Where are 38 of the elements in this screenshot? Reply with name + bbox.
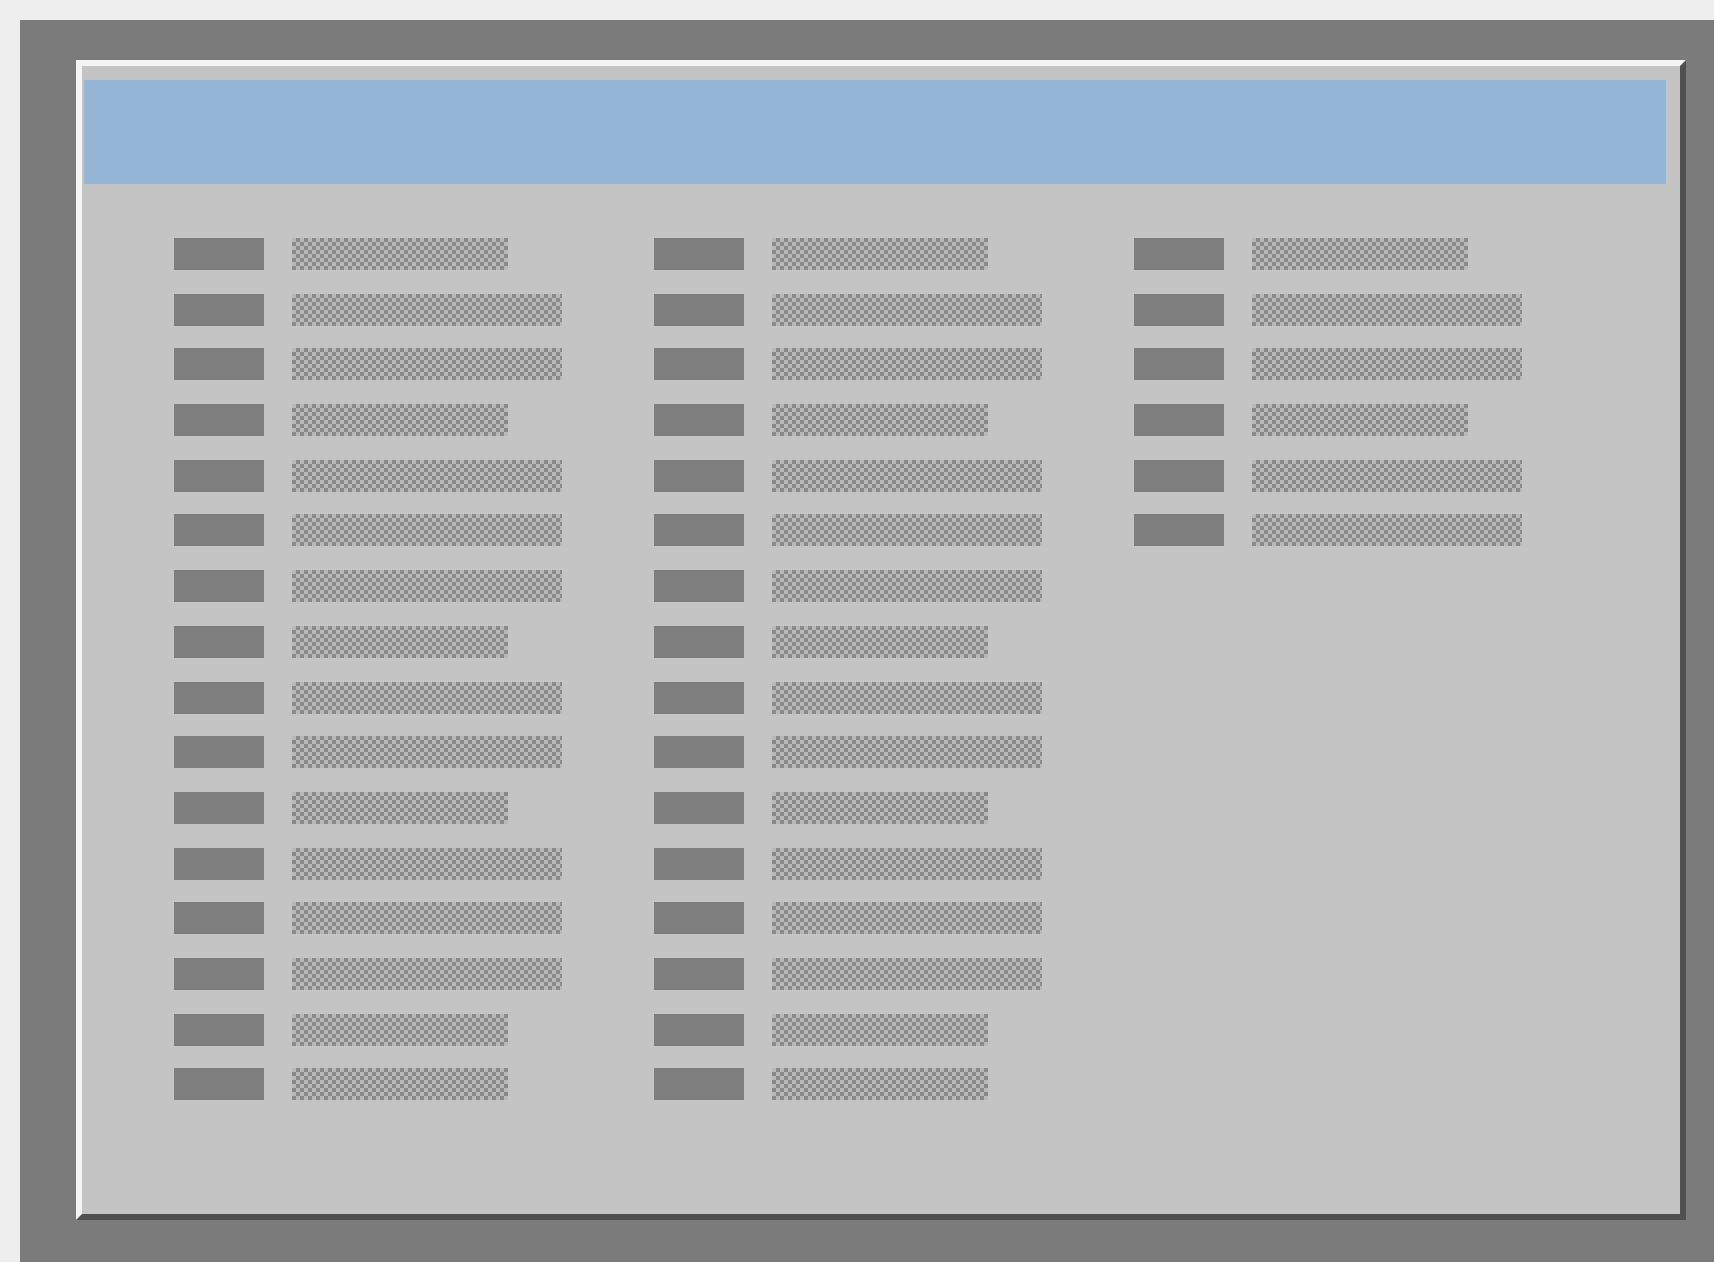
label-placeholder — [174, 404, 264, 437]
label-placeholder — [654, 957, 744, 990]
label-placeholder — [654, 1013, 744, 1046]
label-placeholder — [654, 791, 744, 824]
label-placeholder — [1134, 348, 1224, 381]
label-placeholder — [174, 1068, 264, 1101]
label-placeholder — [174, 625, 264, 658]
label-placeholder — [1134, 459, 1224, 492]
label-placeholder — [654, 293, 744, 326]
label-placeholder — [174, 957, 264, 990]
label-placeholder — [654, 514, 744, 547]
label-placeholder — [654, 681, 744, 713]
label-placeholder — [654, 1068, 744, 1101]
label-placeholder — [174, 293, 264, 326]
label-placeholder — [654, 625, 744, 658]
label-placeholder — [654, 902, 744, 935]
label-placeholder — [174, 570, 264, 603]
label-placeholder — [174, 348, 264, 381]
label-placeholder — [174, 514, 264, 547]
label-placeholder — [654, 238, 744, 270]
label-placeholder — [174, 238, 264, 270]
label-placeholder — [174, 736, 264, 769]
label-placeholder — [654, 348, 744, 381]
label-placeholder — [1134, 404, 1224, 437]
label-placeholder — [654, 736, 744, 769]
label-placeholder — [654, 847, 744, 880]
label-placeholder — [174, 902, 264, 935]
label-placeholder — [174, 459, 264, 492]
label-placeholder — [654, 404, 744, 437]
label-placeholder — [174, 847, 264, 880]
label-placeholder — [174, 1013, 264, 1046]
label-placeholder — [1134, 514, 1224, 547]
label-placeholder — [174, 681, 264, 713]
label-placeholder — [1134, 293, 1224, 326]
label-placeholder — [174, 791, 264, 824]
label-placeholder — [1134, 238, 1224, 270]
label-placeholder — [654, 570, 744, 603]
label-placeholder — [654, 459, 744, 492]
